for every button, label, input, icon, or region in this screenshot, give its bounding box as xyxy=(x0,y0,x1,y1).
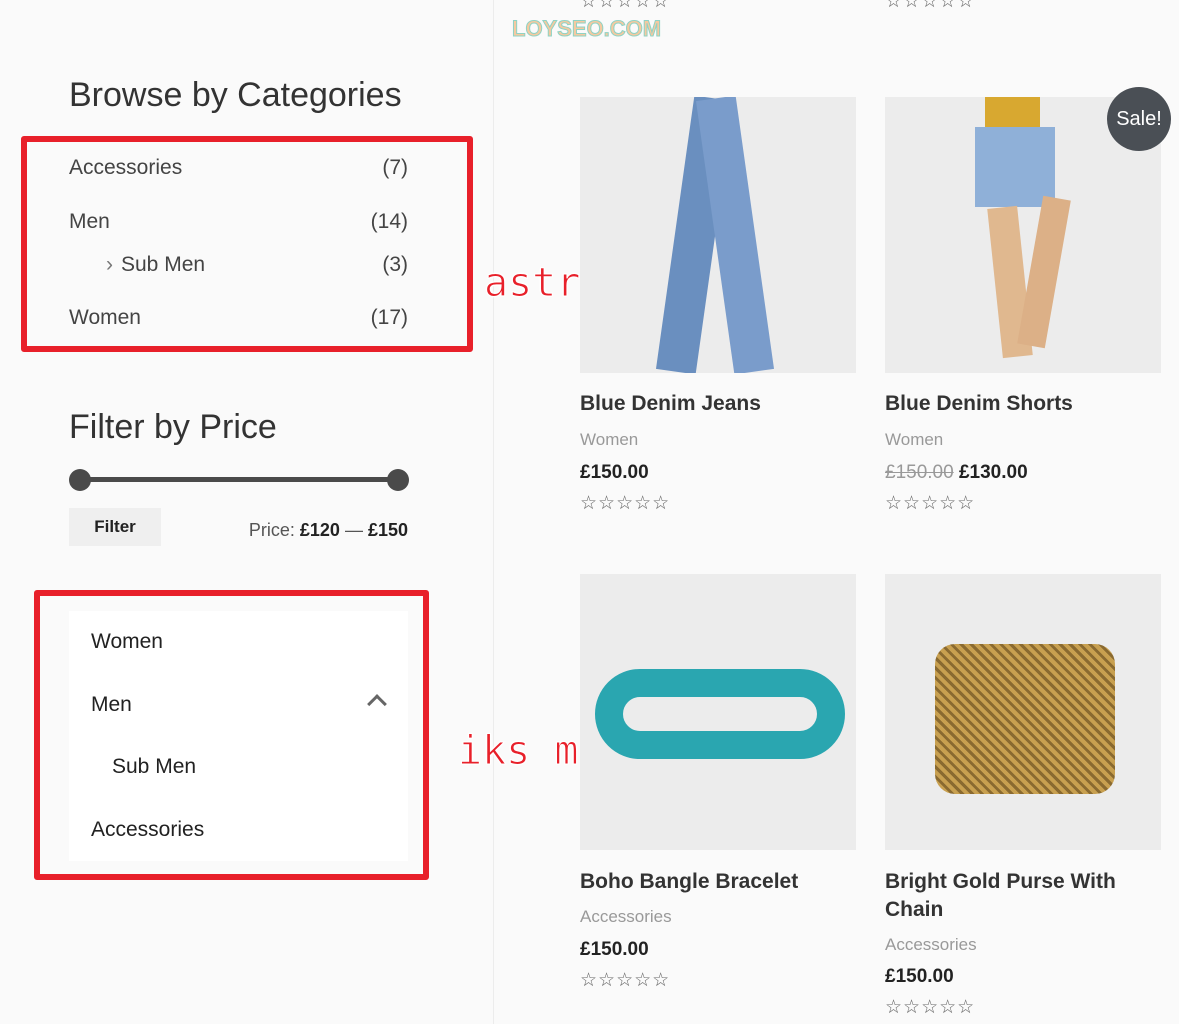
sale-badge: Sale! xyxy=(1107,87,1171,151)
price-slider-max-handle[interactable] xyxy=(387,469,409,491)
categories-title: Browse by Categories xyxy=(69,76,402,114)
product-image-purse[interactable] xyxy=(885,574,1161,850)
price-range-label: Price: £120 — £150 xyxy=(248,520,408,540)
product-title[interactable]: Boho Bangle Bracelet xyxy=(580,868,860,896)
product-price: £150.00 £130.00 xyxy=(885,462,1028,484)
product-title[interactable]: Blue Denim Jeans xyxy=(580,390,860,418)
annotation-box-iks xyxy=(34,590,429,880)
sale-price: £130.00 xyxy=(958,462,1028,483)
product-category: Women xyxy=(580,430,639,449)
product-title[interactable]: Bright Gold Purse With Chain xyxy=(885,868,1135,924)
old-price: £150.00 xyxy=(885,462,954,483)
product-category: Women xyxy=(885,430,944,449)
product-image-jeans[interactable] xyxy=(580,97,856,373)
price-filter-title: Filter by Price xyxy=(69,408,277,446)
annotation-box-astra xyxy=(21,136,473,352)
rating-stars: ☆☆☆☆☆ xyxy=(580,970,671,991)
product-category: Accessories xyxy=(580,907,672,926)
rating-stars: ☆☆☆☆☆ xyxy=(580,0,671,12)
product-price: £150.00 xyxy=(580,939,649,960)
product-price: £150.00 xyxy=(885,966,954,987)
product-price: £150.00 xyxy=(580,462,649,483)
price-slider-track[interactable] xyxy=(80,477,398,482)
product-category: Accessories xyxy=(885,935,977,954)
rating-stars: ☆☆☆☆☆ xyxy=(885,997,976,1018)
column-divider xyxy=(493,0,494,1024)
price-slider-min-handle[interactable] xyxy=(69,469,91,491)
filter-button[interactable]: Filter xyxy=(69,508,161,546)
product-title[interactable]: Blue Denim Shorts xyxy=(885,390,1165,418)
rating-stars: ☆☆☆☆☆ xyxy=(580,493,671,514)
product-image-bracelet[interactable] xyxy=(580,574,856,850)
rating-stars: ☆☆☆☆☆ xyxy=(885,0,976,12)
rating-stars: ☆☆☆☆☆ xyxy=(885,493,976,514)
watermark: LOYSEO.COM xyxy=(511,16,662,42)
